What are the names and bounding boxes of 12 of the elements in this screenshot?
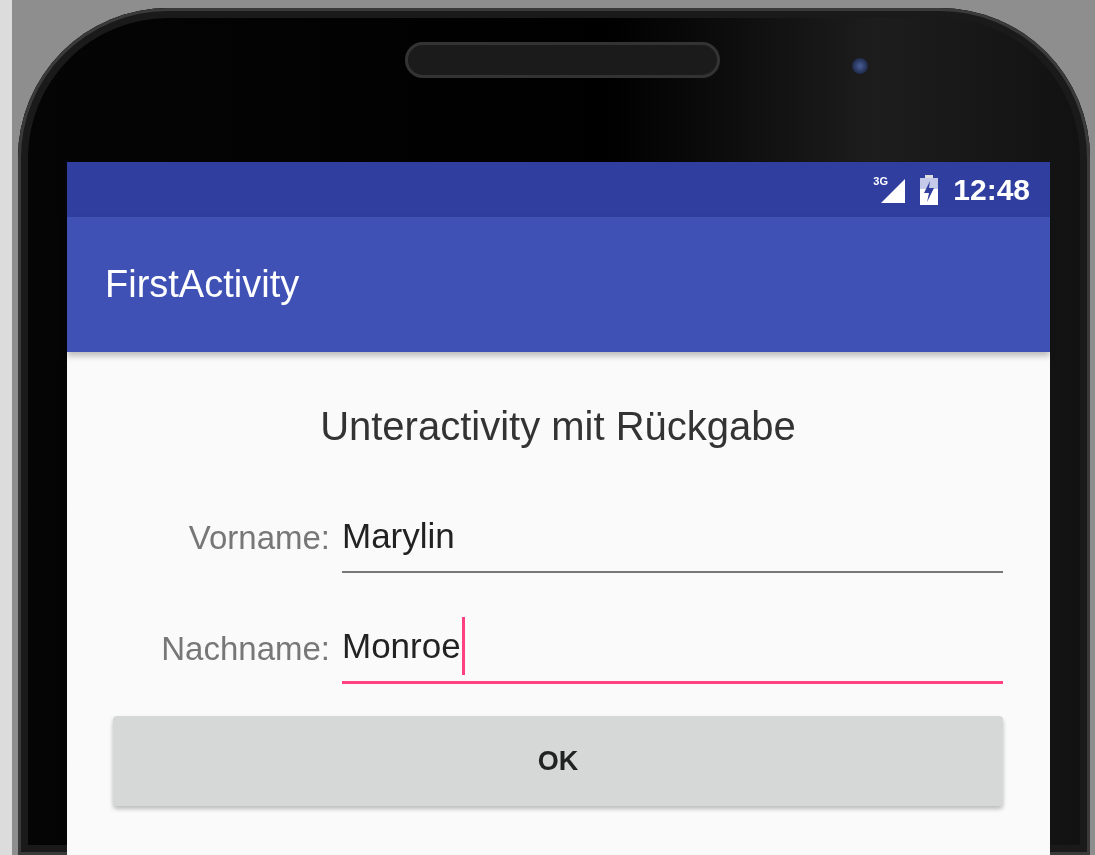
network-type: 3G	[873, 174, 888, 187]
ok-button[interactable]: OK	[113, 716, 1003, 806]
camera-lens	[852, 58, 868, 74]
battery-icon	[919, 174, 940, 205]
clock-time: 12:48	[953, 172, 1030, 207]
text-field[interactable]: Marylin	[342, 491, 1003, 573]
screen-heading: Unteractivity mit Rückgabe	[319, 404, 797, 449]
text-cursor	[461, 617, 465, 675]
app-title: FirstActivity	[105, 263, 300, 306]
field-label: Nachname:	[160, 630, 330, 669]
text-field[interactable]: Monroe	[342, 601, 1003, 684]
field-label: Vorname:	[187, 519, 330, 558]
